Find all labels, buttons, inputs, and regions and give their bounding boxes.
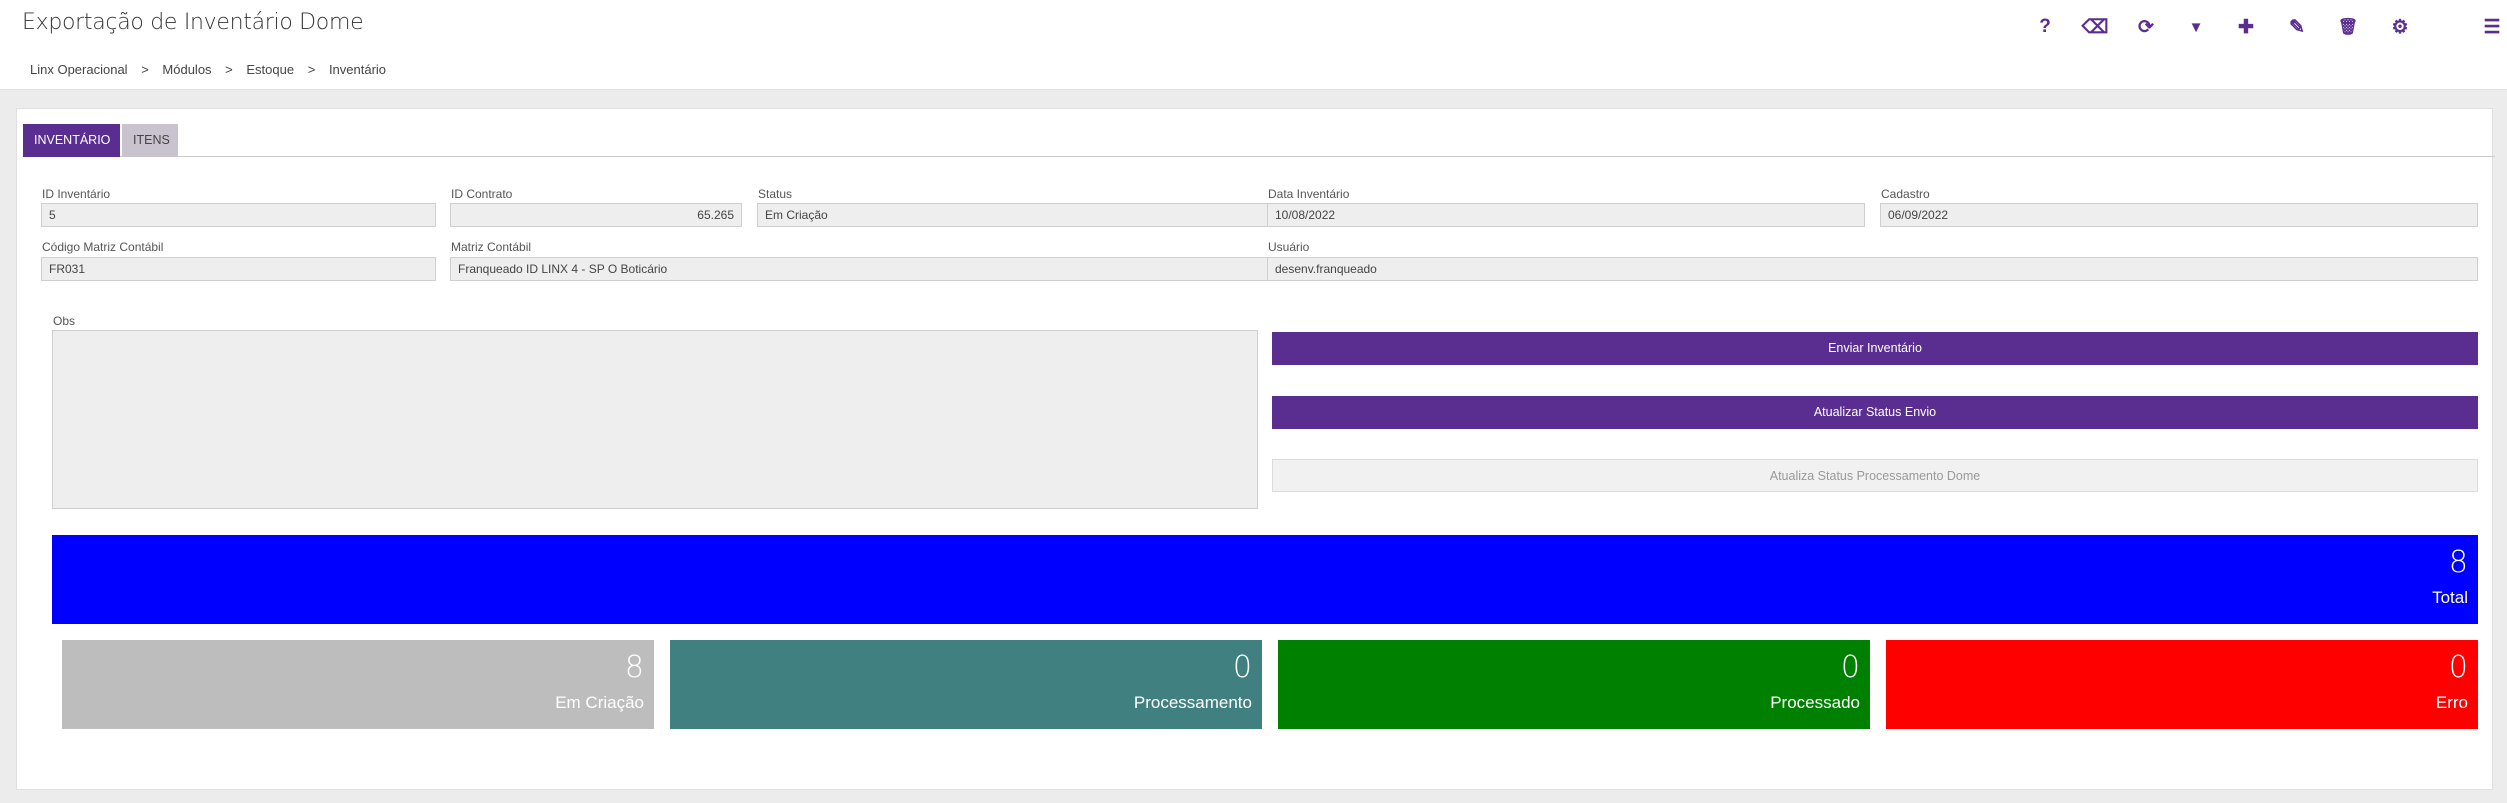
data-inventario-field[interactable]: 10/08/2022 bbox=[1267, 203, 1865, 227]
content-panel: INVENTÁRIO ITENS ID Inventário 5 ID Cont… bbox=[16, 108, 2495, 790]
total-card: 8 Total bbox=[52, 535, 2478, 624]
breadcrumb-separator: > bbox=[225, 62, 233, 77]
tab-itens[interactable]: ITENS bbox=[122, 124, 178, 157]
card-label: Erro bbox=[2435, 693, 2468, 712]
menu-icon[interactable]: ☰ bbox=[2477, 12, 2507, 42]
atualiza-status-processamento-button[interactable]: Atualiza Status Processamento Dome bbox=[1272, 459, 2478, 492]
eraser-icon[interactable]: ⌫ bbox=[2080, 12, 2110, 42]
trash-icon[interactable]: 🗑 bbox=[2333, 12, 2363, 42]
card-value: 0 bbox=[1232, 650, 1252, 685]
breadcrumb: Linx Operacional > Módulos > Estoque > I… bbox=[30, 62, 386, 77]
tab-inventario[interactable]: INVENTÁRIO bbox=[23, 124, 120, 157]
refresh-icon[interactable]: ⟳ bbox=[2131, 12, 2161, 42]
total-label: Total bbox=[2432, 588, 2468, 607]
total-value: 8 bbox=[2448, 545, 2468, 580]
id-inventario-field[interactable]: 5 bbox=[41, 203, 436, 227]
em-criacao-card: 8 Em Criação bbox=[62, 640, 654, 729]
id-inventario-label: ID Inventário bbox=[42, 187, 111, 201]
enviar-inventario-button[interactable]: Enviar Inventário bbox=[1272, 332, 2478, 365]
breadcrumb-item[interactable]: Estoque bbox=[246, 62, 294, 77]
breadcrumb-item[interactable]: Módulos bbox=[162, 62, 211, 77]
add-icon[interactable]: ✚ bbox=[2231, 12, 2261, 42]
breadcrumb-item[interactable]: Inventário bbox=[329, 62, 386, 77]
usuario-field[interactable]: desenv.franqueado bbox=[1267, 257, 2478, 281]
help-icon[interactable]: ? bbox=[2030, 12, 2060, 42]
matriz-contabil-field[interactable]: Franqueado ID LINX 4 - SP O Boticário bbox=[450, 257, 1268, 281]
codigo-matriz-label: Código Matriz Contábil bbox=[42, 240, 164, 254]
data-inventario-label: Data Inventário bbox=[1268, 187, 1350, 201]
obs-label: Obs bbox=[53, 314, 76, 328]
status-field[interactable]: Em Criação bbox=[757, 203, 1269, 227]
card-value: 0 bbox=[2448, 650, 2468, 685]
processado-card: 0 Processado bbox=[1278, 640, 1870, 729]
erro-card: 0 Erro bbox=[1886, 640, 2478, 729]
usuario-label: Usuário bbox=[1268, 240, 1310, 254]
toolbar: ? ⌫ ⟳ ▼ ✚ ✎ 🗑 ⚙ ☰ bbox=[0, 12, 2507, 42]
cadastro-field[interactable]: 06/09/2022 bbox=[1880, 203, 2478, 227]
card-value: 0 bbox=[1840, 650, 1860, 685]
edit-icon[interactable]: ✎ bbox=[2282, 12, 2312, 42]
status-label: Status bbox=[758, 187, 793, 201]
breadcrumb-separator: > bbox=[141, 62, 149, 77]
breadcrumb-item[interactable]: Linx Operacional bbox=[30, 62, 128, 77]
card-label: Processamento bbox=[1133, 693, 1252, 712]
card-label: Em Criação bbox=[555, 693, 644, 712]
id-contrato-label: ID Contrato bbox=[451, 187, 513, 201]
atualizar-status-envio-button[interactable]: Atualizar Status Envio bbox=[1272, 396, 2478, 429]
card-label: Processado bbox=[1770, 693, 1860, 712]
matriz-contabil-label: Matriz Contábil bbox=[451, 240, 532, 254]
codigo-matriz-field[interactable]: FR031 bbox=[41, 257, 436, 281]
card-value: 8 bbox=[624, 650, 644, 685]
breadcrumb-separator: > bbox=[307, 62, 316, 77]
gear-icon[interactable]: ⚙ bbox=[2385, 12, 2415, 42]
cadastro-label: Cadastro bbox=[1881, 187, 1930, 201]
filter-icon[interactable]: ▼ bbox=[2181, 12, 2211, 42]
obs-textarea[interactable] bbox=[52, 330, 1258, 509]
id-contrato-field[interactable]: 65.265 bbox=[450, 203, 742, 227]
processamento-card: 0 Processamento bbox=[670, 640, 1262, 729]
app-header: Exportação de Inventário Dome ? ⌫ ⟳ ▼ ✚ … bbox=[0, 0, 2507, 90]
tab-bar: INVENTÁRIO ITENS bbox=[23, 124, 2495, 157]
